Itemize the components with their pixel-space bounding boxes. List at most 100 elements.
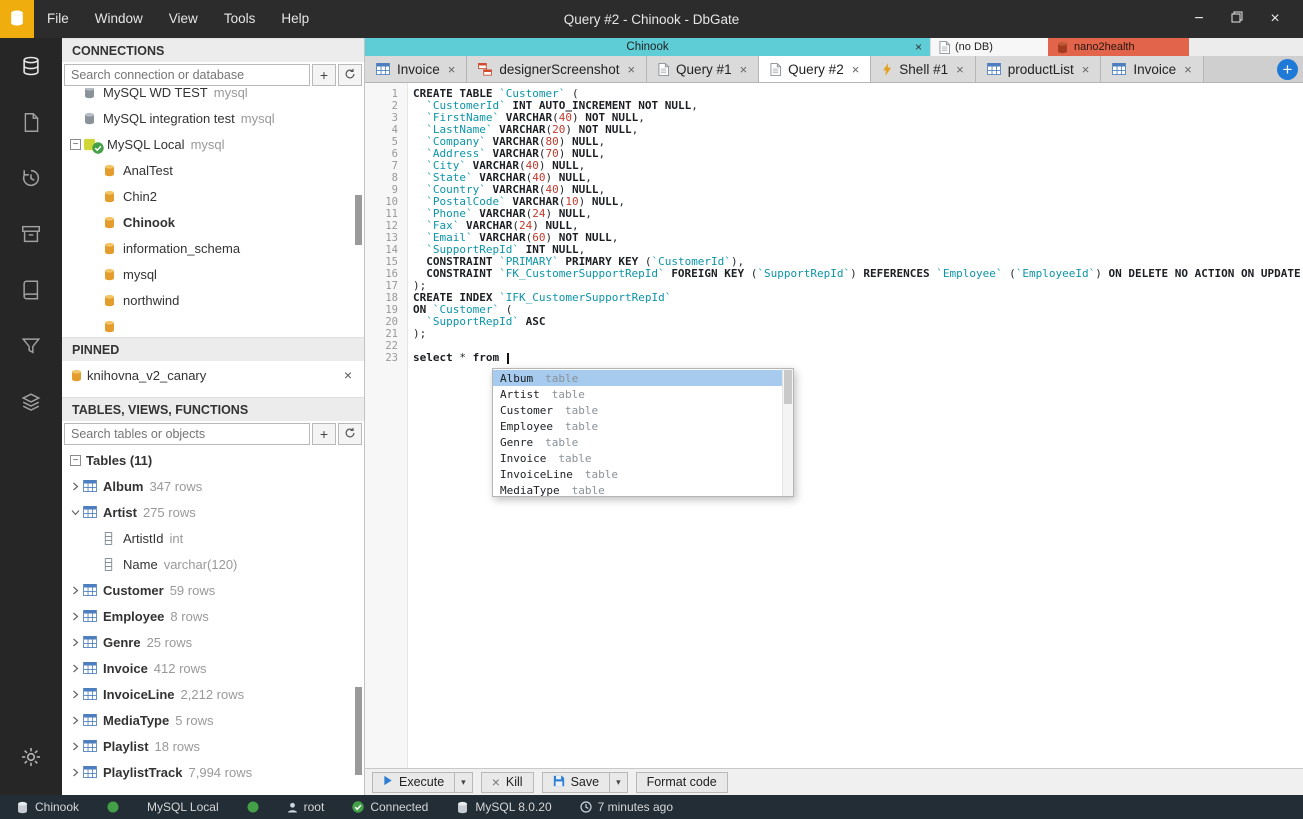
connection-mysql-wd-test[interactable]: MySQL WD TEST mysql bbox=[62, 88, 364, 105]
objects-scrollbar[interactable] bbox=[355, 687, 362, 775]
tab-invoice[interactable]: Invoice × bbox=[1101, 56, 1204, 82]
autocomplete-scrollbar[interactable] bbox=[782, 369, 793, 496]
collapse-expander-icon[interactable]: − bbox=[68, 454, 83, 466]
status-indicator[interactable] bbox=[247, 801, 259, 813]
restore-button[interactable] bbox=[1225, 7, 1249, 31]
tables-root[interactable]: − Tables (11) bbox=[62, 447, 364, 473]
save-button[interactable]: Save bbox=[541, 771, 611, 793]
autocomplete-item-mediatype[interactable]: MediaType table bbox=[493, 482, 782, 498]
menu-tools[interactable]: Tools bbox=[211, 0, 269, 38]
connection-chin2[interactable]: Chin2 bbox=[62, 183, 364, 209]
chevron-right-icon[interactable] bbox=[68, 638, 83, 647]
object-playlisttrack[interactable]: PlaylistTrack 7,994 rows bbox=[62, 759, 364, 785]
kill-button[interactable]: × Kill bbox=[480, 771, 534, 793]
collapse-expander-icon[interactable]: − bbox=[68, 138, 83, 150]
close-tab-icon[interactable]: × bbox=[740, 62, 748, 77]
autocomplete-item-artist[interactable]: Artist table bbox=[493, 386, 782, 402]
object-invoiceline[interactable]: InvoiceLine 2,212 rows bbox=[62, 681, 364, 707]
tab-query-1[interactable]: Query #1 × bbox=[647, 56, 760, 82]
connection-northwind[interactable]: northwind bbox=[62, 287, 364, 313]
close-window-button[interactable]: × bbox=[1263, 7, 1287, 31]
close-tab-icon[interactable]: × bbox=[1082, 62, 1090, 77]
history-icon[interactable] bbox=[0, 150, 62, 206]
object-name[interactable]: Name varchar(120) bbox=[62, 551, 364, 577]
close-tab-icon[interactable]: × bbox=[852, 62, 860, 77]
object-album[interactable]: Album 347 rows bbox=[62, 473, 364, 499]
autocomplete-item-album[interactable]: Album table bbox=[493, 370, 782, 386]
connection-analtest[interactable]: AnalTest bbox=[62, 157, 364, 183]
chevron-right-icon[interactable] bbox=[68, 768, 83, 777]
connection-search-input[interactable] bbox=[64, 64, 310, 86]
execute-button[interactable]: Execute bbox=[372, 771, 456, 793]
tab-group-no-db[interactable]: (no DB) bbox=[930, 38, 1048, 56]
archive-icon[interactable] bbox=[0, 206, 62, 262]
status-connection[interactable]: MySQL Local bbox=[147, 800, 219, 814]
object-playlist[interactable]: Playlist 18 rows bbox=[62, 733, 364, 759]
add-connection-button[interactable]: + bbox=[312, 64, 336, 86]
status-database[interactable]: Chinook bbox=[16, 800, 79, 814]
object-artistid[interactable]: ArtistId int bbox=[62, 525, 364, 551]
layers-icon[interactable] bbox=[0, 374, 62, 430]
chevron-right-icon[interactable] bbox=[68, 586, 83, 595]
object-invoice[interactable]: Invoice 412 rows bbox=[62, 655, 364, 681]
tab-query-2[interactable]: Query #2 × bbox=[759, 56, 872, 82]
object-genre[interactable]: Genre 25 rows bbox=[62, 629, 364, 655]
refresh-objects-icon[interactable] bbox=[338, 423, 362, 445]
chevron-right-icon[interactable] bbox=[68, 482, 83, 491]
menu-help[interactable]: Help bbox=[268, 0, 322, 38]
sql-editor[interactable]: 1 2 3 4 5 6 7 8 9 10 11 12 13 14 15 16 17 18 19 20 21 22 23 CR… bbox=[365, 83, 1303, 768]
autocomplete-item-invoiceline[interactable]: InvoiceLine table bbox=[493, 466, 782, 482]
tab-productlist[interactable]: productList × bbox=[975, 56, 1102, 82]
menu-window[interactable]: Window bbox=[82, 0, 156, 38]
close-tab-group-icon[interactable]: × bbox=[915, 40, 922, 54]
chevron-right-icon[interactable] bbox=[68, 690, 83, 699]
minimize-button[interactable]: − bbox=[1187, 7, 1211, 31]
chevron-right-icon[interactable] bbox=[68, 742, 83, 751]
file-icon[interactable] bbox=[0, 94, 62, 150]
chevron-right-icon[interactable] bbox=[68, 716, 83, 725]
scrollbar-thumb[interactable] bbox=[784, 370, 792, 404]
tab-group-nano2health[interactable]: nano2health bbox=[1048, 38, 1189, 56]
autocomplete-item-genre[interactable]: Genre table bbox=[493, 434, 782, 450]
connection-mysql-integration-test[interactable]: MySQL integration test mysql bbox=[62, 105, 364, 131]
connection-mysql[interactable]: mysql bbox=[62, 261, 364, 287]
status-user[interactable]: root bbox=[287, 800, 324, 814]
menu-file[interactable]: File bbox=[34, 0, 82, 38]
gear-icon[interactable] bbox=[0, 729, 62, 785]
connection-information-schema[interactable]: information_schema bbox=[62, 235, 364, 261]
close-tab-icon[interactable]: × bbox=[1184, 62, 1192, 77]
object-mediatype[interactable]: MediaType 5 rows bbox=[62, 707, 364, 733]
execute-dropdown-button[interactable]: ▾ bbox=[455, 771, 473, 793]
autocomplete-item-customer[interactable]: Customer table bbox=[493, 402, 782, 418]
refresh-connections-icon[interactable] bbox=[338, 64, 362, 86]
status-connection-color[interactable] bbox=[107, 801, 119, 813]
close-tab-icon[interactable]: × bbox=[627, 62, 635, 77]
status-last-activity[interactable]: 7 minutes ago bbox=[580, 800, 673, 814]
objects-search-input[interactable] bbox=[64, 423, 310, 445]
new-tab-button[interactable]: + bbox=[1277, 59, 1298, 80]
object-employee[interactable]: Employee 8 rows bbox=[62, 603, 364, 629]
menu-view[interactable]: View bbox=[156, 0, 211, 38]
close-tab-icon[interactable]: × bbox=[448, 62, 456, 77]
object-artist[interactable]: Artist 275 rows bbox=[62, 499, 364, 525]
object-customer[interactable]: Customer 59 rows bbox=[62, 577, 364, 603]
filter-icon[interactable] bbox=[0, 318, 62, 374]
connection-chinook[interactable]: Chinook bbox=[62, 209, 364, 235]
autocomplete-item-employee[interactable]: Employee table bbox=[493, 418, 782, 434]
tab-designerscreenshot[interactable]: designerScreenshot × bbox=[467, 56, 648, 82]
book-icon[interactable] bbox=[0, 262, 62, 318]
autocomplete-item-invoice[interactable]: Invoice table bbox=[493, 450, 782, 466]
chevron-right-icon[interactable] bbox=[68, 612, 83, 621]
connections-scrollbar[interactable] bbox=[355, 195, 362, 245]
tab-invoice[interactable]: Invoice × bbox=[365, 56, 468, 82]
connection-item[interactable] bbox=[62, 313, 364, 337]
chevron-down-icon[interactable] bbox=[68, 509, 83, 516]
status-server-version[interactable]: MySQL 8.0.20 bbox=[456, 800, 552, 814]
format-code-button[interactable]: Format code bbox=[635, 771, 728, 793]
connection-mysql-local[interactable]: − MySQL Local mysql bbox=[62, 131, 364, 157]
pinned-item-knihovna-v2-canary[interactable]: knihovna_v2_canary × bbox=[62, 361, 364, 389]
unpin-icon[interactable]: × bbox=[344, 367, 364, 383]
add-object-button[interactable]: + bbox=[312, 423, 336, 445]
database-icon[interactable] bbox=[0, 38, 62, 94]
chevron-right-icon[interactable] bbox=[68, 664, 83, 673]
